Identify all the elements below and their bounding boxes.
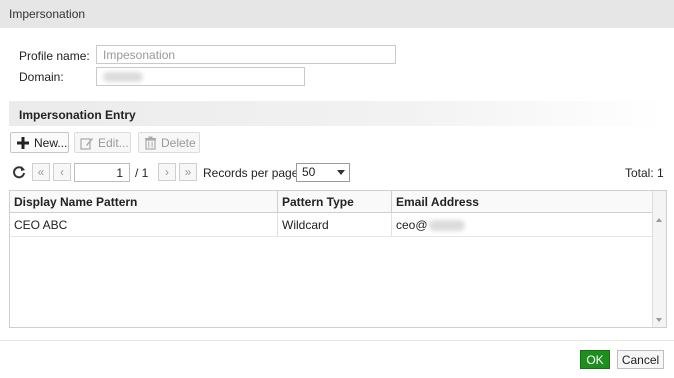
records-per-page-label: Records per page: <box>203 166 302 180</box>
plus-icon <box>16 136 30 150</box>
dialog-title: Impersonation <box>0 0 674 28</box>
edit-button[interactable]: Edit... <box>74 132 131 153</box>
redacted-email-domain <box>428 220 465 231</box>
entries-table: Display Name Pattern Pattern Type Email … <box>9 190 667 328</box>
new-button[interactable]: New... <box>10 132 69 153</box>
chevron-down-icon <box>337 170 345 175</box>
section-title: Impersonation Entry <box>9 101 665 126</box>
domain-label: Domain: <box>19 70 64 84</box>
records-per-page-value: 50 <box>302 165 316 179</box>
profile-name-label: Profile name: <box>19 49 90 63</box>
column-header-display-name[interactable]: Display Name Pattern <box>10 191 278 212</box>
column-header-email[interactable]: Email Address <box>392 191 653 212</box>
edit-button-label: Edit... <box>98 135 129 150</box>
new-button-label: New... <box>34 135 68 150</box>
column-header-pattern-type[interactable]: Pattern Type <box>278 191 392 212</box>
first-page-icon[interactable]: « <box>32 163 50 181</box>
scroll-up-icon[interactable] <box>656 218 662 222</box>
ok-button[interactable]: OK <box>580 350 610 369</box>
profile-name-input[interactable] <box>96 45 396 64</box>
cell-display-name: CEO ABC <box>10 213 278 236</box>
prev-page-icon[interactable]: ‹ <box>53 163 71 181</box>
total-count: Total: 1 <box>625 166 664 180</box>
next-page-icon[interactable]: › <box>158 163 176 181</box>
records-per-page-select[interactable]: 50 <box>296 163 350 182</box>
delete-button[interactable]: Delete <box>138 132 200 153</box>
table-row[interactable]: CEO ABC Wildcard ceo@ <box>10 213 653 237</box>
scroll-down-icon[interactable] <box>656 318 662 322</box>
redacted-domain <box>103 72 143 82</box>
last-page-icon[interactable]: » <box>179 163 197 181</box>
edit-icon <box>80 136 94 150</box>
cell-email: ceo@ <box>392 213 653 236</box>
total-pages-text: / 1 <box>135 166 149 180</box>
footer-divider <box>0 340 674 341</box>
page-number-input[interactable] <box>74 163 130 182</box>
refresh-icon[interactable] <box>10 163 28 181</box>
domain-input[interactable] <box>96 67 305 86</box>
cell-pattern-type: Wildcard <box>278 213 392 236</box>
email-prefix: ceo@ <box>396 218 428 232</box>
cancel-button[interactable]: Cancel <box>617 350 664 369</box>
table-scrollbar[interactable] <box>652 191 666 327</box>
table-header: Display Name Pattern Pattern Type Email … <box>10 191 653 213</box>
delete-button-label: Delete <box>161 135 196 150</box>
trash-icon <box>144 136 157 150</box>
